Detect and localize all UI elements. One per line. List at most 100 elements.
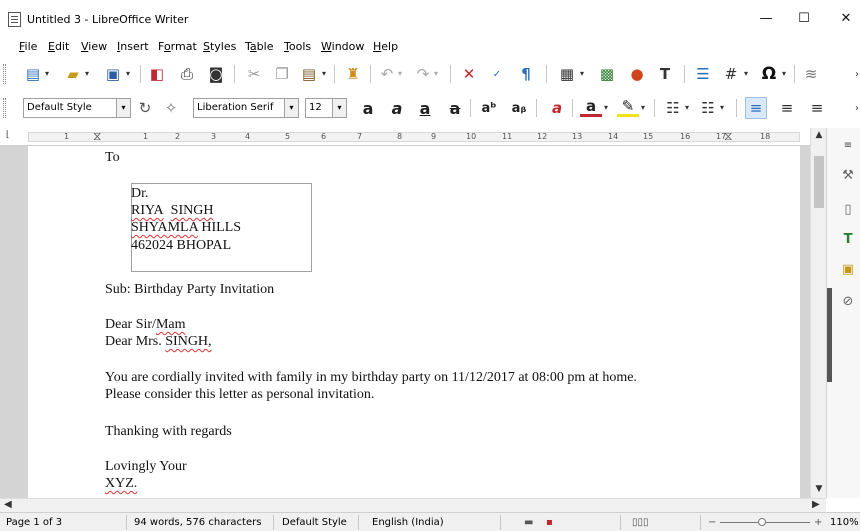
doc-thanks[interactable]: Thanking with regards bbox=[105, 424, 232, 440]
doc-address-title[interactable]: Dr. bbox=[131, 186, 149, 202]
hyperlink-icon[interactable]: ≋ bbox=[800, 63, 822, 85]
horizontal-scrollbar[interactable]: ◀ ▶ bbox=[0, 498, 826, 512]
align-right-icon[interactable]: ≡ bbox=[806, 97, 828, 119]
vertical-scroll-thumb[interactable] bbox=[814, 156, 824, 208]
underline-icon[interactable]: a bbox=[414, 97, 436, 119]
insert-text-box-icon[interactable]: T bbox=[654, 63, 676, 85]
special-char-dropdown-icon[interactable]: ▾ bbox=[782, 69, 786, 78]
numbered-list-icon[interactable]: ☷ bbox=[697, 97, 719, 119]
gallery-icon[interactable]: ▣ bbox=[839, 260, 857, 278]
formatting-marks-icon[interactable]: ¶ bbox=[515, 63, 537, 85]
cut-icon[interactable]: ✂ bbox=[243, 63, 265, 85]
insert-chart-icon[interactable]: ● bbox=[626, 63, 648, 85]
align-left-icon[interactable]: ≡ bbox=[745, 97, 767, 119]
minimize-button[interactable]: — bbox=[746, 8, 786, 30]
copy-icon[interactable]: ❐ bbox=[271, 63, 293, 85]
superscript-icon[interactable]: aᵇ bbox=[478, 97, 500, 119]
zoom-slider-knob[interactable] bbox=[758, 518, 766, 526]
save-dropdown-icon[interactable]: ▾ bbox=[126, 69, 130, 78]
zoom-in-icon[interactable]: + bbox=[814, 517, 822, 528]
update-style-icon[interactable]: ↻ bbox=[134, 97, 156, 119]
font-color-dropdown-icon[interactable]: ▾ bbox=[604, 103, 608, 112]
table-dropdown-icon[interactable]: ▾ bbox=[580, 69, 584, 78]
redo-dropdown-icon[interactable]: ▾ bbox=[434, 69, 438, 78]
clear-formatting-icon[interactable]: a bbox=[546, 97, 568, 119]
font-name-combo[interactable]: Liberation Serif ▾ bbox=[193, 98, 299, 118]
print-preview-icon[interactable]: ◙ bbox=[205, 63, 227, 85]
horizontal-ruler[interactable]: ⌊ ⧖ ⧖ 1 1 2 3 4 5 6 7 8 9 10 11 12 13 14… bbox=[0, 128, 810, 146]
menu-table[interactable]: Table bbox=[245, 40, 273, 53]
page-break-icon[interactable]: ☰ bbox=[692, 63, 714, 85]
undo-icon[interactable]: ↶ bbox=[376, 63, 398, 85]
scroll-left-icon[interactable]: ◀ bbox=[4, 499, 12, 510]
spelling-icon[interactable]: ✓ bbox=[486, 63, 508, 85]
insert-mode-icon[interactable]: ▬ bbox=[524, 517, 533, 528]
status-language[interactable]: English (India) bbox=[372, 517, 444, 528]
doc-closing[interactable]: Lovingly Your bbox=[105, 459, 187, 475]
numbered-list-dropdown-icon[interactable]: ▾ bbox=[720, 103, 724, 112]
doc-salutation-1[interactable]: Dear Sir/Mam bbox=[105, 317, 186, 333]
insert-image-icon[interactable]: ▩ bbox=[596, 63, 618, 85]
chevron-down-icon[interactable]: ▾ bbox=[284, 99, 298, 117]
maximize-button[interactable]: ☐ bbox=[784, 8, 824, 30]
insert-table-icon[interactable]: ▦ bbox=[556, 63, 578, 85]
chevron-down-icon[interactable]: ▾ bbox=[332, 99, 346, 117]
status-zoom[interactable]: 110% bbox=[830, 517, 859, 528]
bullet-list-dropdown-icon[interactable]: ▾ bbox=[685, 103, 689, 112]
status-page[interactable]: Page 1 of 3 bbox=[6, 517, 62, 528]
doc-salutation-2[interactable]: Dear Mrs. SINGH, bbox=[105, 334, 212, 350]
open-dropdown-icon[interactable]: ▾ bbox=[85, 69, 89, 78]
doc-signature[interactable]: XYZ. bbox=[105, 476, 137, 492]
menu-edit[interactable]: Edit bbox=[48, 40, 69, 53]
paragraph-style-combo[interactable]: Default Style ▾ bbox=[23, 98, 131, 118]
bullet-list-icon[interactable]: ☷ bbox=[662, 97, 684, 119]
chevron-down-icon[interactable]: ▾ bbox=[116, 99, 130, 117]
font-size-combo[interactable]: 12 ▾ bbox=[305, 98, 347, 118]
new-dropdown-icon[interactable]: ▾ bbox=[45, 69, 49, 78]
field-dropdown-icon[interactable]: ▾ bbox=[744, 69, 748, 78]
sidebar-menu-icon[interactable]: ≡ bbox=[839, 136, 857, 154]
page-icon[interactable]: ▯ bbox=[839, 200, 857, 218]
menu-view[interactable]: View bbox=[81, 40, 107, 53]
redo-icon[interactable]: ↷ bbox=[412, 63, 434, 85]
font-color-icon[interactable]: a bbox=[580, 97, 602, 117]
menu-format[interactable]: Format bbox=[158, 40, 197, 53]
bold-icon[interactable]: a bbox=[357, 97, 379, 119]
save-icon[interactable]: ▣ bbox=[102, 63, 124, 85]
menu-file[interactable]: File bbox=[19, 40, 37, 53]
tab-stop-selector-icon[interactable]: ⌊ bbox=[6, 130, 10, 140]
doc-to[interactable]: To bbox=[105, 150, 120, 166]
view-layout-icon[interactable]: ▯▯▯ bbox=[632, 517, 649, 528]
scroll-down-icon[interactable]: ▼ bbox=[811, 484, 827, 494]
insert-field-icon[interactable]: # bbox=[720, 63, 742, 85]
highlight-color-icon[interactable]: ✎ bbox=[617, 97, 639, 117]
find-replace-icon[interactable]: ✕ bbox=[458, 63, 480, 85]
sidebar-collapse-handle[interactable] bbox=[827, 288, 832, 382]
toolbar-grip[interactable] bbox=[3, 98, 6, 118]
scroll-right-icon[interactable]: ▶ bbox=[812, 499, 820, 510]
clone-formatting-icon[interactable]: ♜ bbox=[342, 63, 364, 85]
subscript-icon[interactable]: aᵦ bbox=[508, 97, 530, 119]
close-button[interactable]: ✕ bbox=[826, 8, 860, 30]
status-page-style[interactable]: Default Style bbox=[282, 517, 347, 528]
strikethrough-icon[interactable]: a bbox=[444, 97, 466, 119]
print-icon[interactable]: ⎙ bbox=[176, 63, 198, 85]
menu-styles[interactable]: Styles bbox=[203, 40, 236, 53]
indent-marker-icon[interactable]: ⧖ bbox=[93, 129, 101, 144]
properties-icon[interactable]: ⚒ bbox=[839, 166, 857, 184]
doc-address-street[interactable]: SHYAMLA HILLS bbox=[131, 220, 241, 236]
doc-body-line-2[interactable]: Please consider this letter as personal … bbox=[105, 387, 374, 403]
doc-address-name[interactable]: RIYA SINGH bbox=[131, 203, 213, 219]
toolbar-overflow-icon[interactable]: › bbox=[846, 97, 860, 119]
italic-icon[interactable]: a bbox=[386, 97, 408, 119]
align-center-icon[interactable]: ≡ bbox=[776, 97, 798, 119]
menu-tools[interactable]: Tools bbox=[284, 40, 311, 53]
paste-dropdown-icon[interactable]: ▾ bbox=[322, 69, 326, 78]
toolbar-overflow-icon[interactable]: › bbox=[846, 63, 860, 85]
styles-icon[interactable]: T bbox=[839, 230, 857, 248]
menu-help[interactable]: Help bbox=[373, 40, 398, 53]
special-character-icon[interactable]: Ω bbox=[758, 63, 780, 85]
new-document-icon[interactable]: ▤ bbox=[22, 63, 44, 85]
new-style-icon[interactable]: ✧ bbox=[160, 97, 182, 119]
scroll-up-icon[interactable]: ▲ bbox=[811, 130, 827, 140]
